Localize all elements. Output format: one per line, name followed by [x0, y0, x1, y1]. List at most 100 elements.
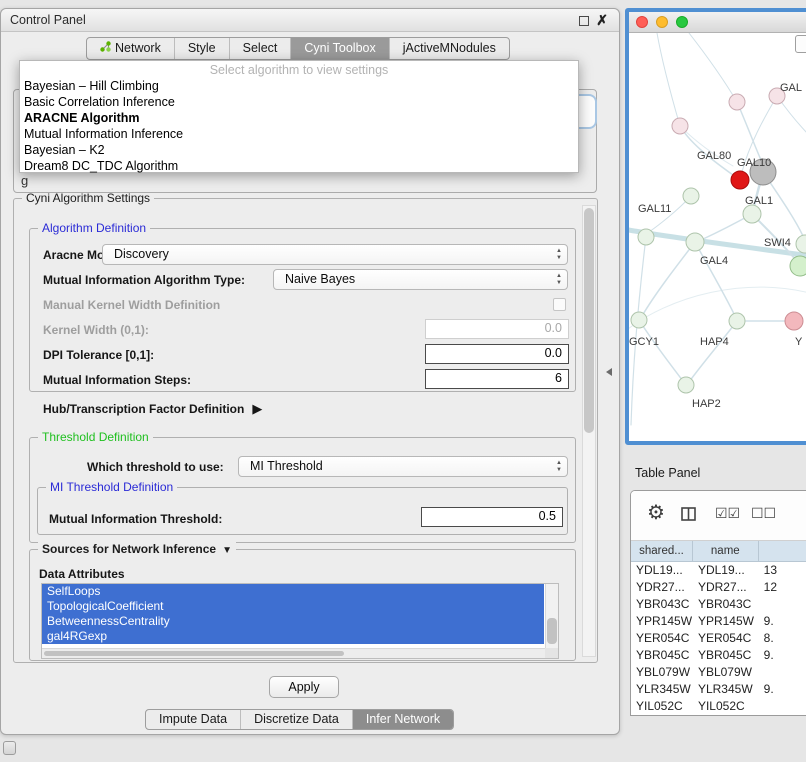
table-row[interactable]: YDL19...YDL19...13 — [631, 562, 806, 579]
panel-collapse-arrow-icon[interactable] — [606, 368, 612, 376]
table-cell: 12 — [759, 579, 806, 596]
table-cell: YBR045C — [693, 647, 759, 664]
aracne-mode-select[interactable]: Discovery ▲▼ — [102, 244, 568, 265]
network-node[interactable] — [631, 312, 647, 328]
mi-steps-field[interactable]: 6 — [425, 369, 569, 389]
mi-type-value: Naive Bayes — [285, 270, 355, 289]
algorithm-option-basic-correlation-inference[interactable]: Basic Correlation Inference — [20, 94, 578, 110]
minimized-window-icon[interactable] — [3, 741, 16, 755]
network-node[interactable] — [686, 233, 704, 251]
dpi-tolerance-label: DPI Tolerance [0,1]: — [43, 348, 154, 362]
window-title: Control Panel — [10, 13, 86, 27]
deselect-all-columns-icon[interactable]: ☐☐ — [751, 505, 776, 522]
algorithm-option-bayesian-hill-climbing[interactable]: Bayesian – Hill Climbing — [20, 78, 578, 94]
tab-infer-network[interactable]: Infer Network — [352, 710, 453, 729]
table-row[interactable]: YLR345WYLR345W9. — [631, 681, 806, 698]
attributes-vertical-scrollbar[interactable] — [545, 584, 558, 648]
attribute-item-topologicalcoefficient[interactable]: TopologicalCoefficient — [42, 599, 544, 614]
kernel-width-field[interactable]: 0.0 — [425, 319, 569, 339]
algorithm-option-bayesian-k2[interactable]: Bayesian – K2 — [20, 142, 578, 158]
network-node[interactable] — [785, 312, 803, 330]
node-label-hap2: HAP2 — [692, 398, 721, 410]
network-window-titlebar — [629, 12, 806, 33]
tab-discretize-data[interactable]: Discretize Data — [240, 710, 352, 729]
sources-section-label: Sources for Network Inference — [42, 542, 216, 556]
table-row[interactable]: YBR045CYBR045C9. — [631, 647, 806, 664]
tab-label: Infer Network — [366, 710, 440, 729]
table-body: YDL19...YDL19...13YDR27...YDR27...12YBR0… — [631, 562, 806, 715]
combo-arrows-icon: ▲▼ — [556, 248, 562, 261]
close-icon[interactable]: ✗ — [596, 12, 608, 29]
tab-label: Select — [243, 38, 278, 59]
tab-network[interactable]: Network — [87, 38, 174, 59]
tab-cyni-toolbox[interactable]: Cyni Toolbox — [290, 38, 388, 59]
table-cell: YLR345W — [631, 681, 693, 698]
network-node[interactable] — [678, 377, 694, 393]
column-header-2[interactable] — [759, 541, 806, 561]
table-row[interactable]: YBL079WYBL079W — [631, 664, 806, 681]
scrollbar-corner — [545, 648, 558, 658]
mi-type-select[interactable]: Naive Bayes ▲▼ — [273, 269, 568, 290]
table-row[interactable]: YBR043CYBR043C — [631, 596, 806, 613]
tab-jactivemnodules[interactable]: jActiveMNodules — [389, 38, 509, 59]
apply-button[interactable]: Apply — [269, 676, 339, 698]
network-canvas[interactable]: GALGAL80GAL10GAL11GAL1SWI4GAL4GCY1HAP4YH… — [629, 33, 806, 444]
control-panel-titlebar: Control Panel ✗ — [1, 9, 619, 32]
table-row[interactable]: YPR145WYPR145W9. — [631, 613, 806, 630]
which-threshold-select[interactable]: MI Threshold ▲▼ — [238, 456, 568, 477]
mi-threshold-field[interactable]: 0.5 — [421, 507, 563, 527]
column-header-shared-[interactable]: shared... — [631, 541, 693, 561]
tab-style[interactable]: Style — [174, 38, 229, 59]
algorithm-option-mutual-information-inference[interactable]: Mutual Information Inference — [20, 126, 578, 142]
attribute-item-gal4rgexp[interactable]: gal4RGexp — [42, 629, 544, 644]
attribute-item-betweennesscentrality[interactable]: BetweennessCentrality — [42, 614, 544, 629]
manual-kernel-checkbox[interactable] — [553, 298, 566, 311]
table-row[interactable]: YER054CYER054C8. — [631, 630, 806, 647]
select-all-columns-icon[interactable]: ☑☑ — [715, 505, 740, 522]
node-label-hap4: HAP4 — [700, 336, 729, 348]
network-node[interactable] — [638, 229, 654, 245]
zoom-traffic-light[interactable] — [676, 16, 688, 28]
column-manager-icon[interactable] — [681, 507, 696, 524]
table-toolbar: ⚙ ☑☑ ☐☐ — [631, 491, 806, 541]
attributes-horizontal-scrollbar[interactable] — [42, 648, 545, 658]
close-traffic-light[interactable] — [636, 16, 648, 28]
attributes-hscroll-thumb[interactable] — [44, 651, 344, 656]
sources-section-toggle[interactable]: Sources for Network Inference▼ — [38, 542, 236, 556]
attribute-item-selfloops[interactable]: SelfLoops — [42, 584, 544, 599]
tab-label: Cyni Toolbox — [304, 38, 375, 59]
column-header-name[interactable]: name — [693, 541, 759, 561]
table-cell: YIL052C — [631, 698, 693, 715]
network-node[interactable] — [729, 313, 745, 329]
network-node[interactable] — [731, 171, 749, 189]
network-tool-palette-fragment[interactable] — [795, 35, 806, 53]
table-cell: YBL079W — [631, 664, 693, 681]
table-row[interactable]: YDR27...YDR27...12 — [631, 579, 806, 596]
algorithm-option-aracne-algorithm[interactable]: ARACNE Algorithm — [20, 110, 578, 126]
settings-scrollbar-thumb[interactable] — [584, 208, 594, 433]
gear-icon[interactable]: ⚙ — [647, 500, 665, 525]
network-node[interactable] — [683, 188, 699, 204]
table-row[interactable]: YIL052CYIL052C — [631, 698, 806, 715]
table-cell: YDR27... — [693, 579, 759, 596]
dpi-tolerance-field[interactable]: 0.0 — [425, 344, 569, 364]
algorithm-option-dream8-dc-tdc-algorithm[interactable]: Dream8 DC_TDC Algorithm — [20, 158, 578, 174]
table-cell: YIL052C — [693, 698, 759, 715]
mi-threshold-group-title: MI Threshold Definition — [46, 480, 177, 494]
table-cell: YBR045C — [631, 647, 693, 664]
settings-scrollbar[interactable] — [582, 205, 596, 657]
desktop: Control Panel ✗ NetworkStyle Select Cyni T… — [0, 0, 806, 762]
minimize-traffic-light[interactable] — [656, 16, 668, 28]
hub-section-toggle[interactable]: Hub/Transcription Factor Definition▶ — [43, 401, 262, 417]
algorithm-popup-items: Bayesian – Hill ClimbingBasic Correlatio… — [20, 78, 578, 174]
network-node[interactable] — [743, 205, 761, 223]
network-node[interactable] — [790, 256, 806, 276]
attributes-vscroll-thumb[interactable] — [547, 618, 557, 644]
network-node[interactable] — [672, 118, 688, 134]
tab-impute-data[interactable]: Impute Data — [146, 710, 240, 729]
network-node[interactable] — [729, 94, 745, 110]
network-node[interactable] — [796, 235, 806, 253]
tab-select[interactable]: Select — [229, 38, 291, 59]
float-window-icon[interactable] — [579, 16, 589, 26]
table-cell: 9. — [759, 681, 806, 698]
